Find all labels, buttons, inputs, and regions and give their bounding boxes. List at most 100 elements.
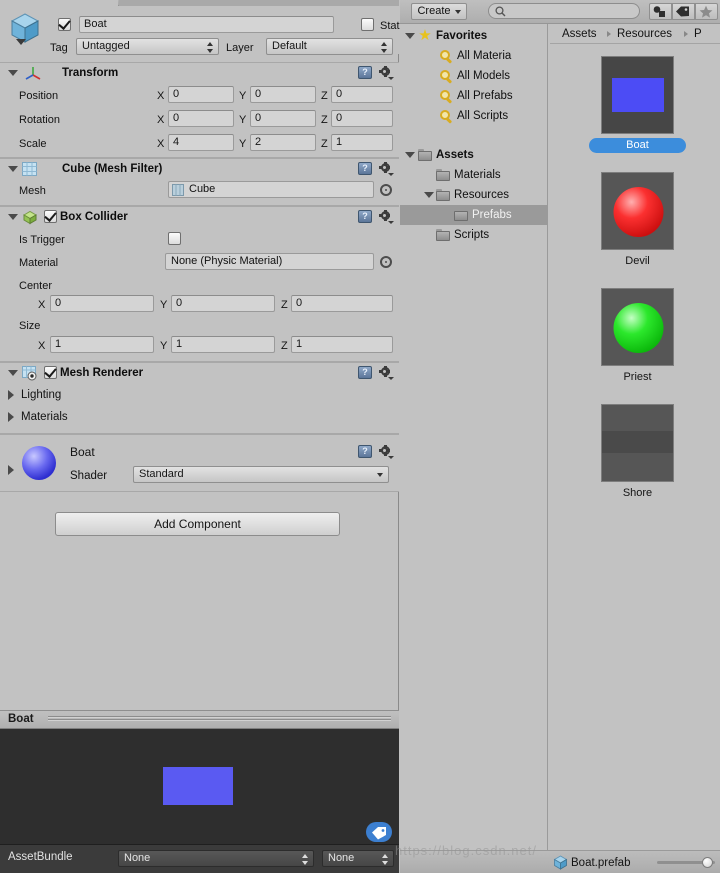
favorites-foldout-icon[interactable] bbox=[405, 33, 415, 39]
center-y-input[interactable]: 0 bbox=[171, 295, 275, 312]
layer-value: Default bbox=[272, 40, 307, 52]
size-x-input[interactable]: 1 bbox=[50, 336, 154, 353]
help-icon[interactable]: ? bbox=[358, 445, 372, 458]
asset-item-shore[interactable]: Shore bbox=[549, 404, 720, 514]
gear-icon[interactable] bbox=[379, 366, 394, 380]
help-icon[interactable]: ? bbox=[358, 210, 372, 223]
tag-icon[interactable] bbox=[366, 822, 392, 842]
assetbundle-dropdown[interactable]: None bbox=[118, 850, 314, 867]
center-x-input[interactable]: 0 bbox=[50, 295, 154, 312]
mesh-filter-foldout-icon[interactable] bbox=[8, 166, 18, 172]
shader-dropdown[interactable]: Standard bbox=[133, 466, 389, 483]
lighting-foldout-row[interactable]: Lighting bbox=[0, 385, 399, 405]
asset-label[interactable]: Devil bbox=[589, 254, 686, 269]
transform-header[interactable]: Transform ? bbox=[0, 63, 399, 83]
tree-item-all-prefabs[interactable]: All Prefabs bbox=[400, 86, 548, 106]
tree-item-all-materials[interactable]: All Materia bbox=[400, 46, 548, 66]
axis-x-label: X bbox=[157, 138, 165, 150]
axis-x-label: X bbox=[157, 90, 165, 102]
asset-thumbnail[interactable] bbox=[601, 404, 674, 482]
preview-header[interactable]: Boat bbox=[0, 710, 399, 729]
size-y-input[interactable]: 1 bbox=[171, 336, 275, 353]
gear-icon[interactable] bbox=[379, 66, 394, 80]
tree-item-prefabs[interactable]: Prefabs bbox=[400, 205, 548, 225]
mesh-renderer-enabled-checkbox[interactable] bbox=[44, 366, 57, 379]
asset-item-boat[interactable]: Boat bbox=[549, 56, 720, 166]
material-foldout-icon[interactable] bbox=[8, 465, 14, 475]
static-checkbox[interactable] bbox=[361, 18, 374, 31]
project-footer: Boat.prefab bbox=[549, 850, 720, 873]
materials-foldout-row[interactable]: Materials bbox=[0, 407, 399, 427]
zoom-slider-knob[interactable] bbox=[702, 857, 713, 868]
label-filter-icon[interactable] bbox=[672, 3, 695, 20]
mesh-renderer-header[interactable]: Mesh Renderer ? bbox=[0, 363, 399, 383]
physic-material-select-button[interactable] bbox=[380, 256, 392, 268]
asset-label[interactable]: Priest bbox=[589, 370, 686, 385]
gameobject-name-input[interactable]: Boat bbox=[79, 16, 334, 33]
help-icon[interactable]: ? bbox=[358, 366, 372, 379]
add-component-button[interactable]: Add Component bbox=[55, 512, 340, 536]
lighting-foldout-icon[interactable] bbox=[8, 390, 14, 400]
scale-x-input[interactable]: 4 bbox=[168, 134, 234, 151]
gear-icon[interactable] bbox=[379, 162, 394, 176]
asset-thumbnail[interactable] bbox=[601, 172, 674, 250]
materials-foldout-icon[interactable] bbox=[8, 412, 14, 422]
asset-item-devil[interactable]: Devil bbox=[549, 172, 720, 282]
tag-dropdown[interactable]: Untagged bbox=[76, 38, 219, 55]
asset-thumbnail[interactable] bbox=[601, 56, 674, 134]
rotation-z-input[interactable]: 0 bbox=[331, 110, 393, 127]
type-filter-icon[interactable] bbox=[649, 3, 672, 20]
tree-label: All Models bbox=[457, 70, 511, 82]
size-z-input[interactable]: 1 bbox=[291, 336, 393, 353]
mesh-renderer-foldout-icon[interactable] bbox=[8, 370, 18, 376]
tree-item-all-models[interactable]: All Models bbox=[400, 66, 548, 86]
center-z-input[interactable]: 0 bbox=[291, 295, 393, 312]
box-collider-foldout-icon[interactable] bbox=[8, 214, 18, 220]
create-button[interactable]: Create bbox=[411, 3, 467, 20]
tree-item-materials[interactable]: Materials bbox=[400, 165, 548, 185]
mesh-object-field[interactable]: Cube bbox=[168, 181, 374, 198]
asset-label[interactable]: Boat bbox=[589, 138, 686, 153]
preview-title: Boat bbox=[8, 713, 34, 725]
search-input[interactable] bbox=[488, 3, 640, 19]
assets-foldout-icon[interactable] bbox=[405, 152, 415, 158]
asset-thumbnail[interactable] bbox=[601, 288, 674, 366]
box-collider-enabled-checkbox[interactable] bbox=[44, 210, 57, 223]
layer-dropdown[interactable]: Default bbox=[266, 38, 393, 55]
box-collider-header[interactable]: Box Collider ? bbox=[0, 207, 399, 227]
resources-foldout-icon[interactable] bbox=[424, 192, 434, 198]
rotation-y-input[interactable]: 0 bbox=[250, 110, 316, 127]
tree-item-scripts[interactable]: Scripts bbox=[400, 225, 548, 245]
folder-icon bbox=[436, 169, 450, 181]
breadcrumb-item-resources[interactable]: Resources bbox=[617, 27, 672, 41]
mesh-filter-header[interactable]: Cube (Mesh Filter) ? bbox=[0, 159, 399, 179]
physic-material-object-field[interactable]: None (Physic Material) bbox=[165, 253, 374, 270]
breadcrumb-item-assets[interactable]: Assets bbox=[562, 27, 597, 41]
gear-icon[interactable] bbox=[379, 210, 394, 224]
tree-item-assets[interactable]: Assets bbox=[400, 145, 548, 165]
tree-item-favorites[interactable]: ★ Favorites bbox=[400, 26, 548, 46]
favorite-filter-icon[interactable] bbox=[695, 3, 718, 20]
help-icon[interactable]: ? bbox=[358, 66, 372, 79]
asset-item-priest[interactable]: Priest bbox=[549, 288, 720, 398]
rotation-x-input[interactable]: 0 bbox=[168, 110, 234, 127]
gameobject-active-checkbox[interactable] bbox=[58, 18, 71, 31]
position-z-input[interactable]: 0 bbox=[331, 86, 393, 103]
breadcrumb-item-prefabs[interactable]: P bbox=[694, 27, 702, 41]
gear-icon[interactable] bbox=[379, 445, 394, 459]
preview-viewport[interactable] bbox=[0, 729, 399, 845]
preview-resize-grip[interactable] bbox=[48, 716, 391, 722]
tree-item-resources[interactable]: Resources bbox=[400, 185, 548, 205]
scale-z-input[interactable]: 1 bbox=[331, 134, 393, 151]
tree-item-all-scripts[interactable]: All Scripts bbox=[400, 106, 548, 126]
scale-y-input[interactable]: 2 bbox=[250, 134, 316, 151]
position-x-input[interactable]: 0 bbox=[168, 86, 234, 103]
help-icon[interactable]: ? bbox=[358, 162, 372, 175]
position-y-input[interactable]: 0 bbox=[250, 86, 316, 103]
asset-label[interactable]: Shore bbox=[589, 486, 686, 501]
transform-foldout-icon[interactable] bbox=[8, 70, 18, 76]
assetbundle-variant-dropdown[interactable]: None bbox=[322, 850, 394, 867]
is-trigger-checkbox[interactable] bbox=[168, 232, 181, 245]
mesh-select-button[interactable] bbox=[380, 184, 392, 196]
star-icon: ★ bbox=[418, 27, 432, 44]
